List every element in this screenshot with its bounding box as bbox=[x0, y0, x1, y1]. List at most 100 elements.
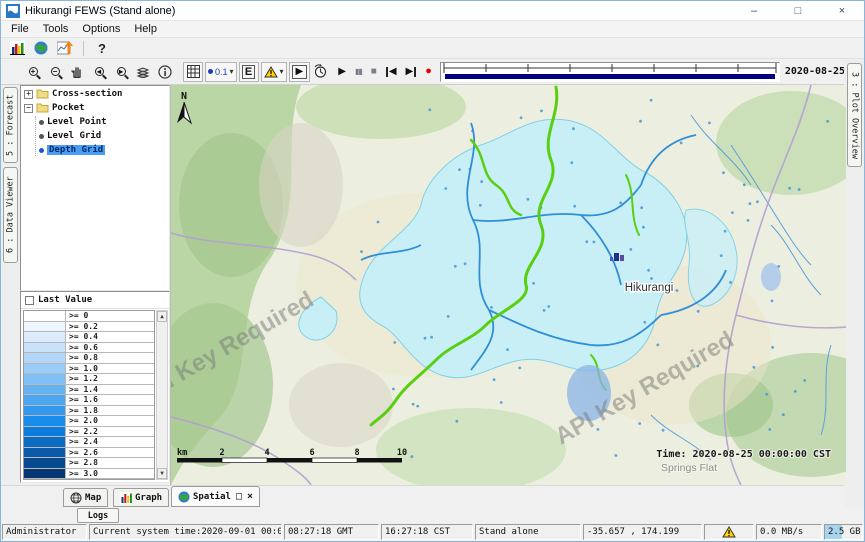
tree-node-level-grid[interactable]: Level Grid bbox=[38, 130, 169, 142]
color-swatch bbox=[24, 343, 66, 353]
grid-toggle-button[interactable] bbox=[183, 62, 203, 82]
zoom-previous-icon: ◂ bbox=[95, 67, 104, 76]
legend-toggle-button[interactable]: E bbox=[239, 62, 259, 82]
step-forward-button[interactable]: ▶ bbox=[406, 67, 417, 77]
pause-button[interactable]: ▮▮ bbox=[355, 68, 362, 76]
legend-row[interactable]: >= 2.4 bbox=[24, 437, 154, 448]
tree-label: Pocket bbox=[52, 103, 85, 113]
tab-forecast[interactable]: 5 : Forecast bbox=[3, 87, 18, 163]
bar-chart-icon bbox=[10, 41, 25, 55]
set-time-button[interactable] bbox=[310, 63, 330, 81]
help-button[interactable]: ? bbox=[92, 39, 112, 57]
menu-tools[interactable]: Tools bbox=[37, 22, 75, 36]
status-warning[interactable] bbox=[704, 524, 754, 540]
legend-header: Last Value bbox=[21, 292, 169, 309]
legend-row[interactable]: >= 0.2 bbox=[24, 322, 154, 333]
title-bar: Hikurangi FEWS (Stand alone) – □ × bbox=[1, 1, 864, 21]
tree-node-cross-section[interactable]: + Cross-section bbox=[24, 88, 169, 100]
last-value-checkbox[interactable] bbox=[25, 296, 34, 305]
expand-icon[interactable]: + bbox=[24, 90, 33, 99]
legend-row[interactable]: >= 1.6 bbox=[24, 395, 154, 406]
map-canvas[interactable]: API Key Required API Key Required Hikura… bbox=[170, 85, 846, 485]
tab-graph[interactable]: Graph bbox=[113, 488, 169, 507]
pan-button[interactable] bbox=[67, 63, 87, 81]
legend-list: >= 0 >= 0.2 >= 0.4 >= 0.6 >= 0.8 >= 1.0 … bbox=[23, 310, 155, 480]
app-icon bbox=[6, 4, 20, 18]
chevron-down-icon: ▾ bbox=[230, 67, 234, 76]
grid-display-button[interactable] bbox=[55, 39, 75, 57]
color-swatch bbox=[24, 364, 66, 374]
status-memory: 2.5 GB bbox=[824, 524, 863, 540]
tab-map[interactable]: Map bbox=[63, 488, 108, 507]
color-swatch bbox=[24, 437, 66, 447]
tab-plot-overview[interactable]: 3 : Plot Overview bbox=[847, 63, 862, 167]
layers-button[interactable] bbox=[133, 63, 153, 81]
legend-row[interactable]: >= 1.8 bbox=[24, 406, 154, 417]
zoom-out-button[interactable]: − bbox=[45, 63, 65, 81]
tab-data-viewer[interactable]: 6 : Data Viewer bbox=[3, 167, 18, 263]
step-back-button[interactable]: ◀ bbox=[386, 67, 397, 77]
collapse-icon[interactable]: − bbox=[24, 104, 33, 113]
spatial-display-button[interactable] bbox=[31, 39, 51, 57]
status-local-time: 16:27:18 CST bbox=[381, 524, 473, 540]
legend-row[interactable]: >= 3.0 bbox=[24, 469, 154, 480]
legend-row[interactable]: >= 0 bbox=[24, 311, 154, 322]
tab-spatial[interactable]: Spatial □ × bbox=[171, 486, 260, 507]
play-button[interactable]: ▶ bbox=[338, 67, 346, 77]
menu-help[interactable]: Help bbox=[128, 22, 163, 36]
info-icon bbox=[158, 65, 172, 79]
color-swatch bbox=[24, 479, 66, 480]
tree-node-pocket[interactable]: − Pocket bbox=[24, 102, 169, 114]
legend-scrollbar[interactable]: ▲ ▼ bbox=[156, 310, 168, 480]
tree-node-level-point[interactable]: Level Point bbox=[38, 116, 169, 128]
color-swatch bbox=[24, 427, 66, 437]
warning-dropdown[interactable]: ▾ bbox=[261, 62, 287, 82]
info-button[interactable] bbox=[155, 63, 175, 81]
scale-tick: 8 bbox=[354, 448, 359, 458]
legend-row[interactable]: >= 0.4 bbox=[24, 332, 154, 343]
legend-row[interactable]: >= 2.0 bbox=[24, 416, 154, 427]
legend-row[interactable]: >= 2.6 bbox=[24, 448, 154, 459]
menu-file[interactable]: File bbox=[5, 22, 35, 36]
threshold-dropdown[interactable]: 0.1 ▾ bbox=[205, 62, 237, 82]
scale-tick: 2 bbox=[219, 448, 224, 458]
north-label: N bbox=[181, 91, 187, 102]
scroll-up-icon[interactable]: ▲ bbox=[157, 311, 167, 322]
tab-spatial-label: Spatial bbox=[193, 492, 231, 502]
toolbar-separator bbox=[83, 41, 84, 56]
timeline-bar[interactable] bbox=[445, 74, 775, 79]
scroll-down-icon[interactable]: ▼ bbox=[157, 468, 167, 479]
status-download-speed: 0.0 MB/s bbox=[756, 524, 822, 540]
legend-row[interactable]: >= 0.6 bbox=[24, 343, 154, 354]
record-button[interactable]: ● bbox=[425, 66, 432, 77]
animation-display-button[interactable]: ▶ bbox=[289, 62, 311, 82]
legend-row[interactable]: >= 3.2 bbox=[24, 479, 154, 480]
layers-tree: + Cross-section − Pocket Level Point Lev… bbox=[20, 85, 170, 291]
legend-row[interactable]: >= 1.4 bbox=[24, 385, 154, 396]
close-button[interactable]: × bbox=[820, 1, 864, 20]
color-swatch bbox=[24, 332, 66, 342]
scale-unit-label: km bbox=[177, 448, 187, 458]
tab-restore-icon[interactable]: □ bbox=[236, 491, 242, 502]
logs-button[interactable]: Logs bbox=[77, 508, 119, 523]
legend-row[interactable]: >= 1.0 bbox=[24, 364, 154, 375]
minimize-button[interactable]: – bbox=[732, 1, 776, 20]
scale-tick: 4 bbox=[264, 448, 269, 458]
legend-row[interactable]: >= 2.2 bbox=[24, 427, 154, 438]
legend-row[interactable]: >= 0.8 bbox=[24, 353, 154, 364]
legend-row[interactable]: >= 1.2 bbox=[24, 374, 154, 385]
timeline-slider[interactable] bbox=[440, 62, 780, 82]
menu-options[interactable]: Options bbox=[76, 22, 126, 36]
zoom-in-button[interactable]: + bbox=[23, 63, 43, 81]
zoom-next-button[interactable]: ▸ bbox=[111, 63, 131, 81]
tree-node-depth-grid[interactable]: Depth Grid bbox=[38, 144, 169, 156]
color-swatch bbox=[24, 353, 66, 363]
tab-close-icon[interactable]: × bbox=[247, 491, 253, 502]
legend-letter-icon: E bbox=[242, 65, 255, 79]
zoom-previous-button[interactable]: ◂ bbox=[89, 63, 109, 81]
maximize-button[interactable]: □ bbox=[776, 1, 820, 20]
stop-button[interactable]: ■ bbox=[371, 67, 377, 77]
playback-controls: ▶ ▮▮ ■ ◀ ▶ ● bbox=[338, 66, 432, 77]
timeseries-display-button[interactable] bbox=[7, 39, 27, 57]
legend-row[interactable]: >= 2.8 bbox=[24, 458, 154, 469]
